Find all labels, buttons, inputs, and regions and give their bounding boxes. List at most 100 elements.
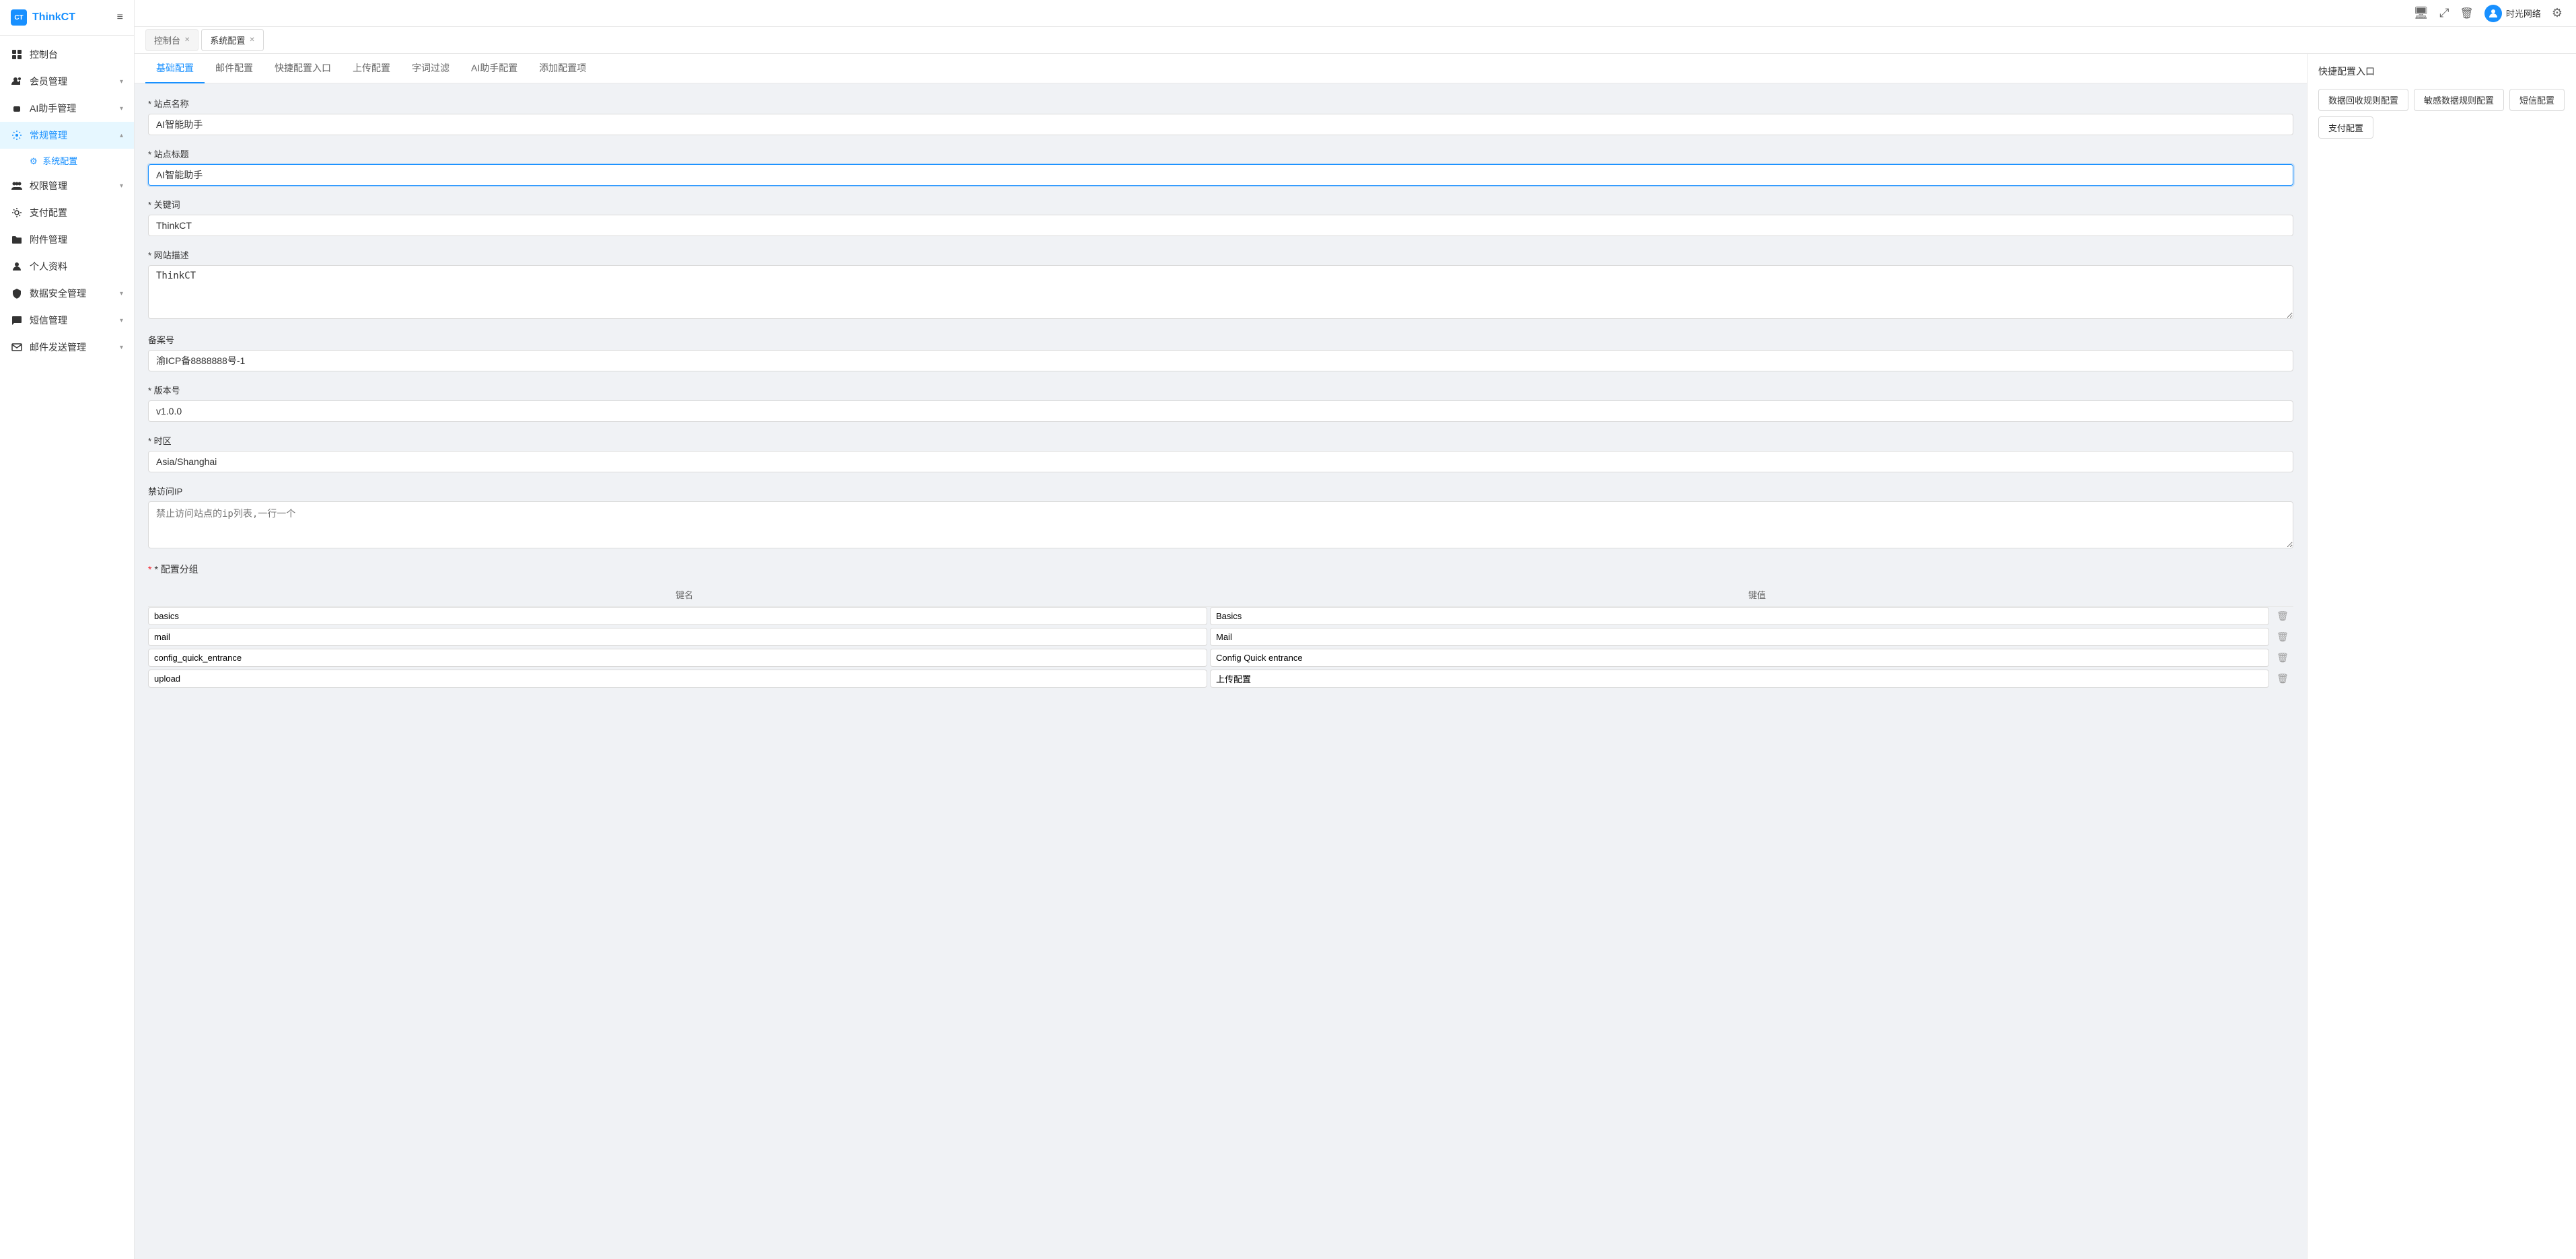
sidebar-item-ai[interactable]: AI助手管理 ▾: [0, 95, 134, 122]
config-key-input[interactable]: [148, 649, 1207, 667]
tab-close-icon[interactable]: ✕: [184, 36, 190, 44]
folder-icon: [11, 233, 23, 246]
sidebar-nav: 控制台 会员管理 ▾ AI助手管理 ▾ 常规管理 ▴ ⚙: [0, 36, 134, 1259]
page-tab-basic[interactable]: 基础配置: [145, 54, 205, 83]
tab-dashboard[interactable]: 控制台 ✕: [145, 29, 199, 51]
quick-link-label: 敏感数据规则配置: [2424, 96, 2494, 106]
delete-row-button[interactable]: 🗑: [2274, 670, 2291, 687]
content-main: 基础配置 邮件配置 快捷配置入口 上传配置 字词过滤 AI助手配置: [135, 54, 2307, 1259]
timezone-input[interactable]: [148, 451, 2293, 472]
sidebar-item-sms[interactable]: 短信管理 ▾: [0, 307, 134, 334]
config-val-col: [1210, 649, 2269, 667]
config-key-input[interactable]: [148, 670, 1207, 688]
sidebar-item-label: 权限管理: [30, 179, 113, 192]
form-group-description: * 网站描述: [148, 248, 2293, 321]
quick-link-sms[interactable]: 短信配置: [2509, 89, 2565, 111]
mail-icon: [11, 341, 23, 353]
sidebar-item-attachment[interactable]: 附件管理: [0, 226, 134, 253]
settings-icon[interactable]: ⚙: [2552, 6, 2563, 20]
delete-icon[interactable]: 🗑: [2460, 7, 2474, 20]
sidebar-item-profile[interactable]: 个人资料: [0, 253, 134, 280]
users-icon: [11, 75, 23, 87]
sidebar-item-label: 控制台: [30, 48, 123, 61]
table-row: 🗑: [148, 649, 2293, 667]
sidebar-item-permission[interactable]: 权限管理 ▾: [0, 172, 134, 199]
chevron-down-icon: ▾: [120, 105, 123, 112]
form-group-version: * 版本号: [148, 384, 2293, 422]
right-panel: 快捷配置入口 数据回收规则配置 敏感数据规则配置 短信配置 支付配置: [2307, 54, 2576, 1259]
site-title-input[interactable]: [148, 164, 2293, 186]
config-key-input[interactable]: [148, 628, 1207, 646]
tab-label: 系统配置: [210, 34, 245, 46]
chevron-down-icon: ▾: [120, 344, 123, 351]
tab-close-icon[interactable]: ✕: [249, 36, 254, 44]
icp-input[interactable]: [148, 350, 2293, 371]
sidebar-item-label: 数据安全管理: [30, 287, 113, 300]
table-row: 🗑: [148, 607, 2293, 625]
description-textarea[interactable]: [148, 265, 2293, 319]
config-table: 键名 键值 🗑: [148, 583, 2293, 688]
quick-link-payment[interactable]: 支付配置: [2318, 116, 2373, 139]
settings2-icon: [11, 129, 23, 141]
version-input[interactable]: [148, 400, 2293, 422]
page-tab-mail[interactable]: 邮件配置: [205, 54, 264, 83]
quick-link-data-recycle[interactable]: 数据回收规则配置: [2318, 89, 2408, 111]
logo-text: ThinkCT: [32, 11, 75, 24]
avatar: [2484, 5, 2502, 22]
config-val-input[interactable]: [1210, 670, 2269, 688]
monitor-icon[interactable]: 🖥: [2413, 6, 2429, 20]
gear-icon: [11, 207, 23, 219]
sidebar-item-dashboard[interactable]: 控制台: [0, 41, 134, 68]
form-group-icp: 备案号: [148, 333, 2293, 371]
expand-icon[interactable]: ⤢: [2439, 6, 2449, 20]
logo-icon-text: CT: [14, 14, 23, 22]
config-val-input[interactable]: [1210, 607, 2269, 625]
delete-row-button[interactable]: 🗑: [2274, 608, 2291, 624]
page-tab-add[interactable]: 添加配置项: [528, 54, 597, 83]
chevron-down-icon: ▾: [120, 78, 123, 85]
config-val-col: [1210, 628, 2269, 646]
description-label: * 网站描述: [148, 248, 2293, 261]
page-tab-quick[interactable]: 快捷配置入口: [264, 54, 342, 83]
config-val-input[interactable]: [1210, 649, 2269, 667]
page-tab-filter[interactable]: 字词过滤: [401, 54, 460, 83]
blocked-ip-textarea[interactable]: [148, 501, 2293, 548]
page-tab-upload[interactable]: 上传配置: [342, 54, 401, 83]
quick-link-sensitive-data[interactable]: 敏感数据规则配置: [2414, 89, 2504, 111]
sidebar-item-general[interactable]: 常规管理 ▴: [0, 122, 134, 149]
global-topbar: 🖥 ⤢ 🗑 时光网络 ⚙: [135, 0, 2576, 27]
sidebar-item-member[interactable]: 会员管理 ▾: [0, 68, 134, 95]
page-tab-label: 邮件配置: [215, 61, 253, 75]
timezone-label: * 时区: [148, 434, 2293, 447]
table-row: 🗑: [148, 670, 2293, 688]
site-name-input[interactable]: [148, 114, 2293, 135]
col-key-header: 键名: [148, 588, 1221, 601]
sidebar-item-label: 个人资料: [30, 260, 123, 273]
config-key-input[interactable]: [148, 607, 1207, 625]
sidebar-item-data-security[interactable]: 数据安全管理 ▾: [0, 280, 134, 307]
page-tab-label: 上传配置: [353, 61, 390, 75]
menu-toggle-icon[interactable]: ≡: [117, 11, 123, 24]
sidebar-logo: CT ThinkCT ≡: [0, 0, 134, 36]
sidebar-item-system-config[interactable]: ⚙ 系统配置: [0, 149, 134, 172]
page-tab-label: 基础配置: [156, 61, 194, 75]
keywords-input[interactable]: [148, 215, 2293, 236]
tab-system-config[interactable]: 系统配置 ✕: [201, 29, 263, 51]
sidebar: CT ThinkCT ≡ 控制台 会员管理 ▾ AI助手管理 ▾: [0, 0, 135, 1259]
quick-links: 数据回收规则配置 敏感数据规则配置 短信配置 支付配置: [2318, 89, 2565, 139]
user-menu[interactable]: 时光网络: [2484, 5, 2541, 22]
config-val-input[interactable]: [1210, 628, 2269, 646]
sidebar-item-payment[interactable]: 支付配置: [0, 199, 134, 226]
logo-icon: CT: [11, 9, 27, 26]
version-label: * 版本号: [148, 384, 2293, 396]
content-wrapper: 基础配置 邮件配置 快捷配置入口 上传配置 字词过滤 AI助手配置: [135, 54, 2576, 1259]
page-tab-ai-config[interactable]: AI助手配置: [460, 54, 528, 83]
message-icon: [11, 314, 23, 326]
form-group-blocked-ip: 禁访问IP: [148, 484, 2293, 550]
required-mark: *: [148, 564, 151, 575]
delete-row-button[interactable]: 🗑: [2274, 649, 2291, 666]
delete-row-button[interactable]: 🗑: [2274, 628, 2291, 645]
sidebar-item-email[interactable]: 邮件发送管理 ▾: [0, 334, 134, 361]
form-group-keywords: * 关键词: [148, 198, 2293, 236]
tabs-bar: 控制台 ✕ 系统配置 ✕: [135, 27, 2576, 54]
